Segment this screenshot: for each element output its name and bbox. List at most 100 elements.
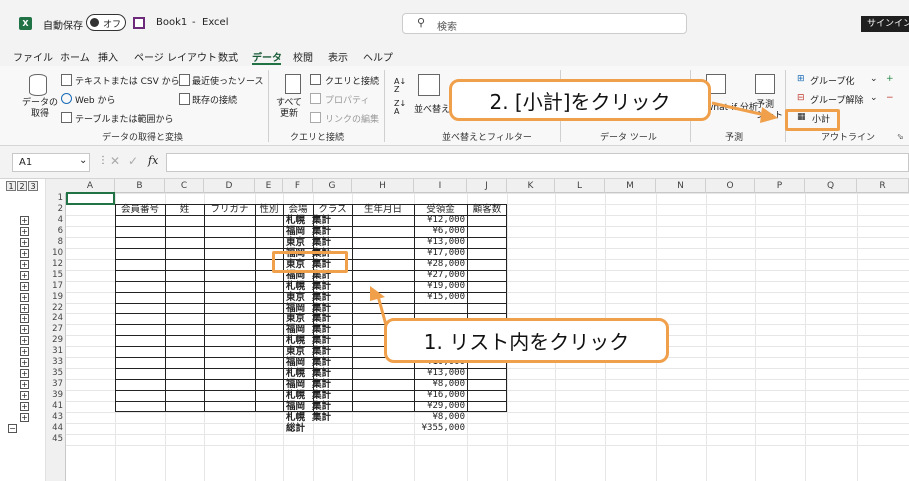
amount-cell[interactable]: ¥8,000: [414, 379, 465, 390]
column-header[interactable]: G: [313, 179, 352, 193]
subtotal-label-cell[interactable]: 集計: [312, 313, 331, 324]
table-header-cell[interactable]: クラス: [313, 204, 352, 215]
outline-level-button[interactable]: 2: [17, 181, 27, 191]
subtotal-label-cell[interactable]: 集計: [312, 303, 331, 314]
subtotal-label-cell[interactable]: 集計: [312, 379, 331, 390]
sort-za-icon[interactable]: Z↓ A: [394, 100, 406, 116]
venue-cell[interactable]: 札幌: [286, 215, 305, 226]
subtotal-label-cell[interactable]: 集計: [312, 357, 331, 368]
expand-group-icon[interactable]: +: [20, 281, 29, 291]
row-header[interactable]: 39: [46, 390, 66, 401]
table-header-cell[interactable]: 姓: [165, 204, 204, 215]
name-box-dropdown-icon[interactable]: ⌄: [79, 155, 87, 166]
amount-cell[interactable]: ¥29,000: [414, 401, 465, 412]
ungroup-dropdown-icon[interactable]: ⌄: [870, 93, 878, 103]
properties-button[interactable]: プロパティ: [325, 93, 369, 106]
table-header-cell[interactable]: 会員番号: [115, 204, 165, 215]
column-header[interactable]: K: [507, 179, 555, 193]
venue-cell[interactable]: 福岡: [286, 324, 305, 335]
autosave-toggle[interactable]: オフ: [86, 14, 126, 31]
row-header[interactable]: 15: [46, 270, 66, 281]
expand-group-icon[interactable]: +: [20, 292, 29, 302]
amount-cell[interactable]: ¥16,000: [414, 390, 465, 401]
venue-cell[interactable]: 東京: [286, 292, 305, 303]
show-detail-icon[interactable]: +: [886, 74, 894, 84]
expand-group-icon[interactable]: +: [20, 413, 29, 422]
row-header[interactable]: 44: [46, 423, 66, 434]
row-header[interactable]: 35: [46, 368, 66, 379]
selected-cell[interactable]: [66, 192, 115, 205]
subtotal-label-cell[interactable]: 集計: [312, 401, 331, 412]
save-icon[interactable]: [133, 17, 145, 29]
column-header[interactable]: R: [857, 179, 909, 193]
expand-group-icon[interactable]: +: [20, 237, 29, 247]
expand-group-icon[interactable]: +: [20, 248, 29, 258]
ungroup-button[interactable]: グループ解除: [810, 93, 863, 106]
subtotal-label-cell[interactable]: 集計: [312, 281, 331, 292]
queries-conn-button[interactable]: クエリと接続: [325, 74, 379, 87]
column-header[interactable]: E: [255, 179, 283, 193]
table-header-cell[interactable]: 会場: [283, 204, 313, 215]
row-header[interactable]: 45: [46, 434, 66, 445]
venue-cell[interactable]: 札幌: [286, 412, 305, 423]
venue-cell[interactable]: 福岡: [286, 226, 305, 237]
amount-cell[interactable]: ¥19,000: [414, 281, 465, 292]
subtotal-label-cell[interactable]: 集計: [312, 215, 331, 226]
row-header[interactable]: 31: [46, 346, 66, 357]
row-header[interactable]: 33: [46, 357, 66, 368]
forecast-sheet-button[interactable]: 予測 シート: [756, 100, 783, 122]
tab-file[interactable]: ファイル: [13, 49, 53, 64]
subtotal-label-cell[interactable]: 集計: [312, 237, 331, 248]
venue-cell[interactable]: 福岡: [286, 303, 305, 314]
whatif-button[interactable]: what-if 分析: [706, 100, 758, 113]
subtotal-label-cell[interactable]: 集計: [312, 412, 331, 423]
venue-cell[interactable]: 福岡: [286, 357, 305, 368]
amount-cell[interactable]: [414, 303, 465, 314]
column-header[interactable]: C: [165, 179, 204, 193]
subtotal-label-cell[interactable]: 集計: [312, 390, 331, 401]
row-header[interactable]: 6: [46, 226, 66, 237]
expand-group-icon[interactable]: +: [20, 303, 29, 313]
table-range-button[interactable]: テーブルまたは範囲から: [75, 112, 173, 125]
column-header[interactable]: L: [555, 179, 605, 193]
amount-cell[interactable]: ¥355,000: [414, 423, 465, 434]
expand-group-icon[interactable]: +: [20, 314, 29, 324]
expand-group-icon[interactable]: +: [20, 226, 29, 236]
venue-cell[interactable]: 東京: [286, 313, 305, 324]
tab-page-layout[interactable]: ページ レイアウト: [134, 49, 217, 64]
outline-level-button[interactable]: 3: [28, 181, 38, 191]
search-box[interactable]: ⚲ 検索: [402, 13, 687, 34]
row-header[interactable]: 41: [46, 401, 66, 412]
amount-cell[interactable]: ¥13,000: [414, 368, 465, 379]
get-data-button[interactable]: データの 取得: [22, 98, 58, 120]
amount-cell[interactable]: ¥13,000: [414, 237, 465, 248]
subtotal-label-cell[interactable]: 集計: [312, 226, 331, 237]
amount-cell[interactable]: ¥15,000: [414, 292, 465, 303]
tab-help[interactable]: ヘルプ: [363, 49, 393, 64]
table-header-cell[interactable]: フリガナ: [204, 204, 255, 215]
subtotal-label-cell[interactable]: 集計: [312, 335, 331, 346]
amount-cell[interactable]: ¥12,000: [414, 215, 465, 226]
outline-level-button[interactable]: 1: [6, 181, 16, 191]
expand-group-icon[interactable]: +: [20, 380, 29, 390]
amount-cell[interactable]: ¥17,000: [414, 248, 465, 259]
venue-cell[interactable]: 東京: [286, 237, 305, 248]
venue-cell[interactable]: 福岡: [286, 379, 305, 390]
venue-cell[interactable]: 東京: [286, 346, 305, 357]
column-header[interactable]: O: [706, 179, 755, 193]
row-header[interactable]: 24: [46, 313, 66, 324]
tab-insert[interactable]: 挿入: [98, 49, 118, 64]
column-header[interactable]: N: [656, 179, 706, 193]
expand-group-icon[interactable]: +: [20, 325, 29, 335]
formula-input[interactable]: [166, 153, 909, 172]
tab-view[interactable]: 表示: [328, 49, 348, 64]
row-header[interactable]: 1: [46, 193, 66, 204]
text-csv-button[interactable]: テキストまたは CSV から: [75, 74, 180, 87]
table-header-cell[interactable]: 生年月日: [352, 204, 414, 215]
row-header[interactable]: 37: [46, 379, 66, 390]
expand-group-icon[interactable]: +: [20, 358, 29, 368]
expand-group-icon[interactable]: +: [20, 215, 29, 225]
row-header[interactable]: 19: [46, 292, 66, 303]
row-header[interactable]: 27: [46, 324, 66, 335]
amount-cell[interactable]: ¥28,000: [414, 259, 465, 270]
